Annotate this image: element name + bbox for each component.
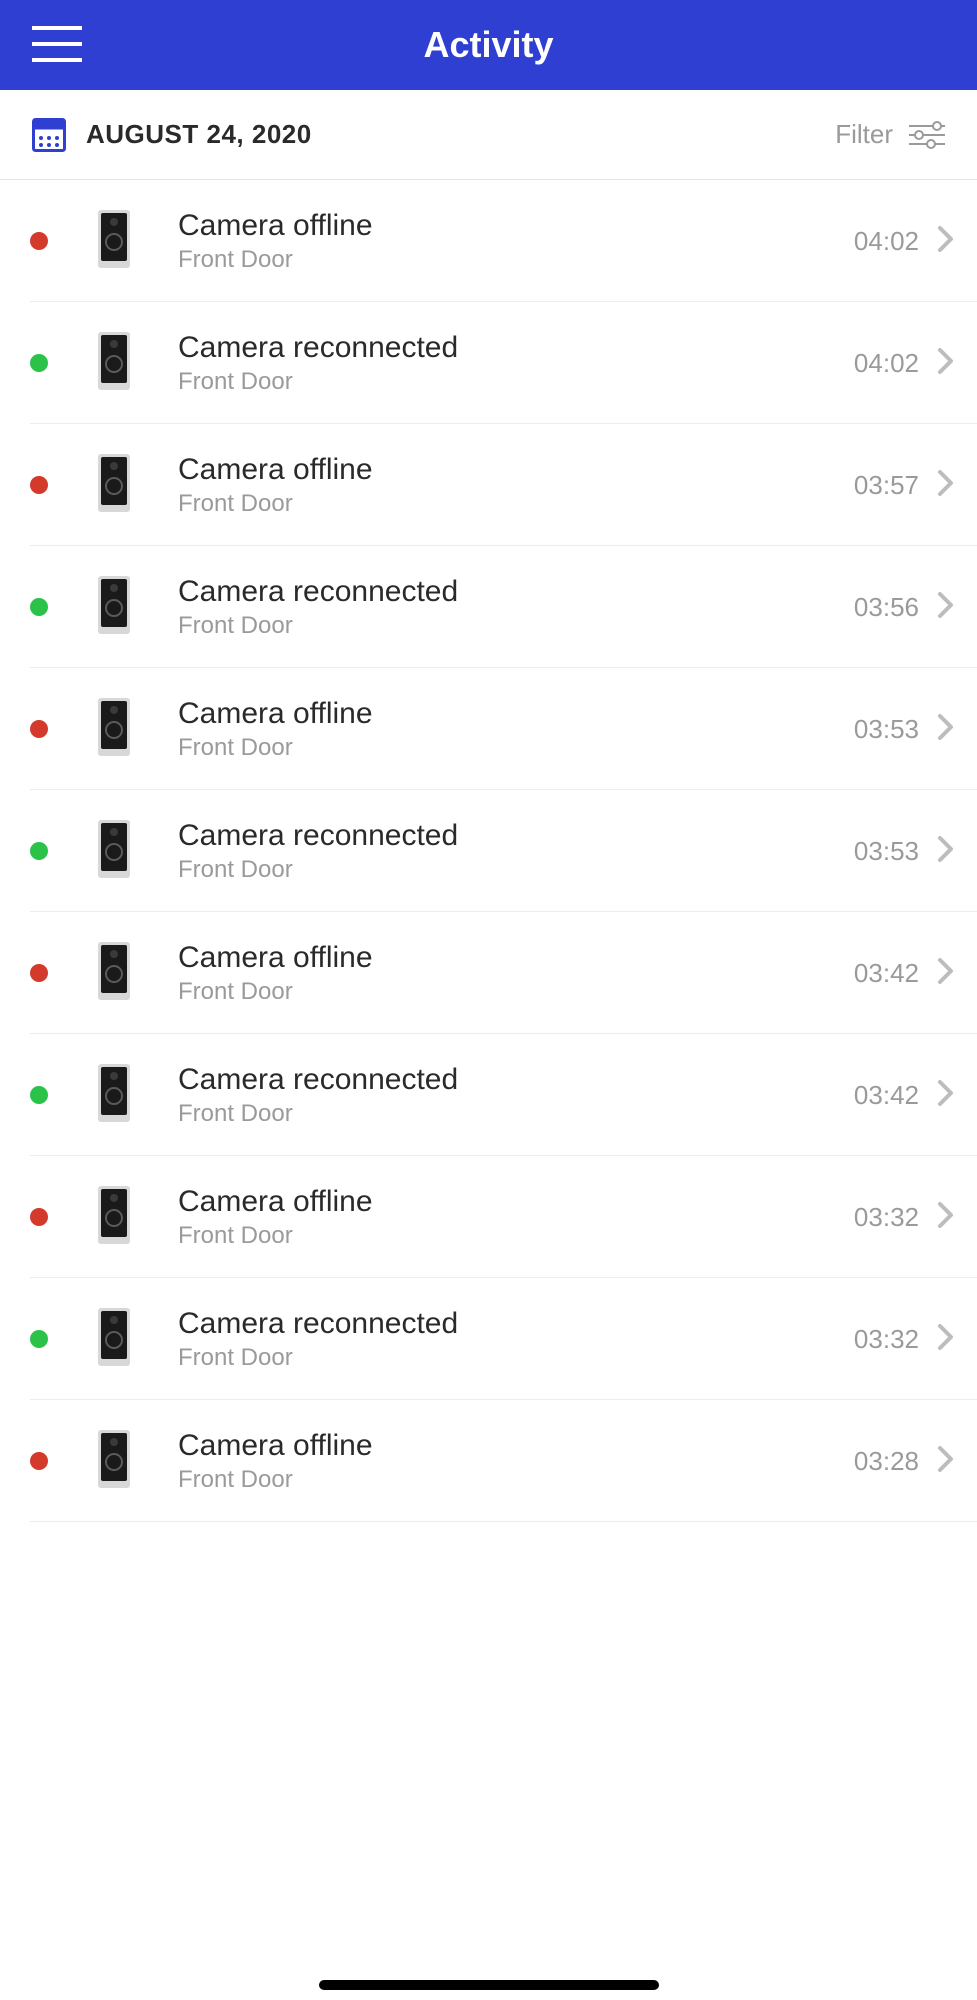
- status-dot-icon: [30, 964, 48, 982]
- filter-sliders-icon[interactable]: [909, 121, 945, 149]
- doorbell-device-icon: [98, 1430, 178, 1493]
- status-dot-icon: [30, 232, 48, 250]
- activity-row[interactable]: Camera reconnected Front Door 03:56: [0, 546, 977, 668]
- status-dot-icon: [30, 842, 48, 860]
- event-location: Front Door: [178, 368, 854, 396]
- chevron-right-icon: [937, 591, 955, 624]
- menu-icon[interactable]: [32, 26, 82, 62]
- status-dot-icon: [30, 1208, 48, 1226]
- event-time: 03:53: [854, 714, 919, 745]
- status-dot-icon: [30, 354, 48, 372]
- status-dot-icon: [30, 1452, 48, 1470]
- status-dot-icon: [30, 476, 48, 494]
- event-title: Camera offline: [178, 1185, 854, 1218]
- activity-row[interactable]: Camera reconnected Front Door 04:02: [0, 302, 977, 424]
- status-dot-icon: [30, 1086, 48, 1104]
- chevron-right-icon: [937, 469, 955, 502]
- activity-list: Camera offline Front Door 04:02 Camera r…: [0, 180, 977, 1522]
- doorbell-device-icon: [98, 454, 178, 517]
- activity-row[interactable]: Camera offline Front Door 04:02: [0, 180, 977, 302]
- event-time: 03:28: [854, 1446, 919, 1477]
- chevron-right-icon: [937, 957, 955, 990]
- event-time: 04:02: [854, 226, 919, 257]
- activity-row[interactable]: Camera offline Front Door 03:53: [0, 668, 977, 790]
- chevron-right-icon: [937, 1445, 955, 1478]
- doorbell-device-icon: [98, 576, 178, 639]
- event-time: 03:32: [854, 1324, 919, 1355]
- filter-label[interactable]: Filter: [835, 119, 893, 150]
- event-title: Camera offline: [178, 697, 854, 730]
- event-time: 03:56: [854, 592, 919, 623]
- chevron-right-icon: [937, 713, 955, 746]
- status-dot-icon: [30, 1330, 48, 1348]
- doorbell-device-icon: [98, 698, 178, 761]
- event-title: Camera reconnected: [178, 1063, 854, 1096]
- doorbell-device-icon: [98, 1064, 178, 1127]
- activity-row[interactable]: Camera reconnected Front Door 03:53: [0, 790, 977, 912]
- event-location: Front Door: [178, 246, 854, 274]
- event-location: Front Door: [178, 1222, 854, 1250]
- doorbell-device-icon: [98, 942, 178, 1005]
- event-location: Front Door: [178, 734, 854, 762]
- home-indicator[interactable]: [319, 1980, 659, 1990]
- event-location: Front Door: [178, 1344, 854, 1372]
- activity-row[interactable]: Camera reconnected Front Door 03:42: [0, 1034, 977, 1156]
- doorbell-device-icon: [98, 820, 178, 883]
- event-title: Camera reconnected: [178, 331, 854, 364]
- event-time: 03:32: [854, 1202, 919, 1233]
- date-filter-bar: AUGUST 24, 2020 Filter: [0, 90, 977, 180]
- event-time: 03:42: [854, 1080, 919, 1111]
- event-location: Front Door: [178, 612, 854, 640]
- event-location: Front Door: [178, 490, 854, 518]
- activity-row[interactable]: Camera reconnected Front Door 03:32: [0, 1278, 977, 1400]
- chevron-right-icon: [937, 225, 955, 258]
- event-title: Camera reconnected: [178, 1307, 854, 1340]
- event-title: Camera reconnected: [178, 819, 854, 852]
- chevron-right-icon: [937, 347, 955, 380]
- event-location: Front Door: [178, 1466, 854, 1494]
- chevron-right-icon: [937, 1079, 955, 1112]
- event-title: Camera offline: [178, 1429, 854, 1462]
- doorbell-device-icon: [98, 1308, 178, 1371]
- page-title: Activity: [0, 24, 977, 66]
- activity-row[interactable]: Camera offline Front Door 03:42: [0, 912, 977, 1034]
- status-dot-icon: [30, 720, 48, 738]
- event-time: 03:57: [854, 470, 919, 501]
- event-location: Front Door: [178, 856, 854, 884]
- event-location: Front Door: [178, 1100, 854, 1128]
- event-time: 04:02: [854, 348, 919, 379]
- doorbell-device-icon: [98, 1186, 178, 1249]
- event-title: Camera offline: [178, 453, 854, 486]
- event-title: Camera offline: [178, 941, 854, 974]
- event-title: Camera offline: [178, 209, 854, 242]
- activity-row[interactable]: Camera offline Front Door 03:57: [0, 424, 977, 546]
- calendar-icon[interactable]: [32, 118, 66, 152]
- status-dot-icon: [30, 598, 48, 616]
- activity-row[interactable]: Camera offline Front Door 03:28: [0, 1400, 977, 1522]
- event-title: Camera reconnected: [178, 575, 854, 608]
- event-location: Front Door: [178, 978, 854, 1006]
- doorbell-device-icon: [98, 332, 178, 395]
- chevron-right-icon: [937, 1323, 955, 1356]
- event-time: 03:42: [854, 958, 919, 989]
- event-time: 03:53: [854, 836, 919, 867]
- app-header: Activity: [0, 0, 977, 90]
- doorbell-device-icon: [98, 210, 178, 273]
- activity-row[interactable]: Camera offline Front Door 03:32: [0, 1156, 977, 1278]
- chevron-right-icon: [937, 835, 955, 868]
- date-label[interactable]: AUGUST 24, 2020: [86, 119, 312, 150]
- chevron-right-icon: [937, 1201, 955, 1234]
